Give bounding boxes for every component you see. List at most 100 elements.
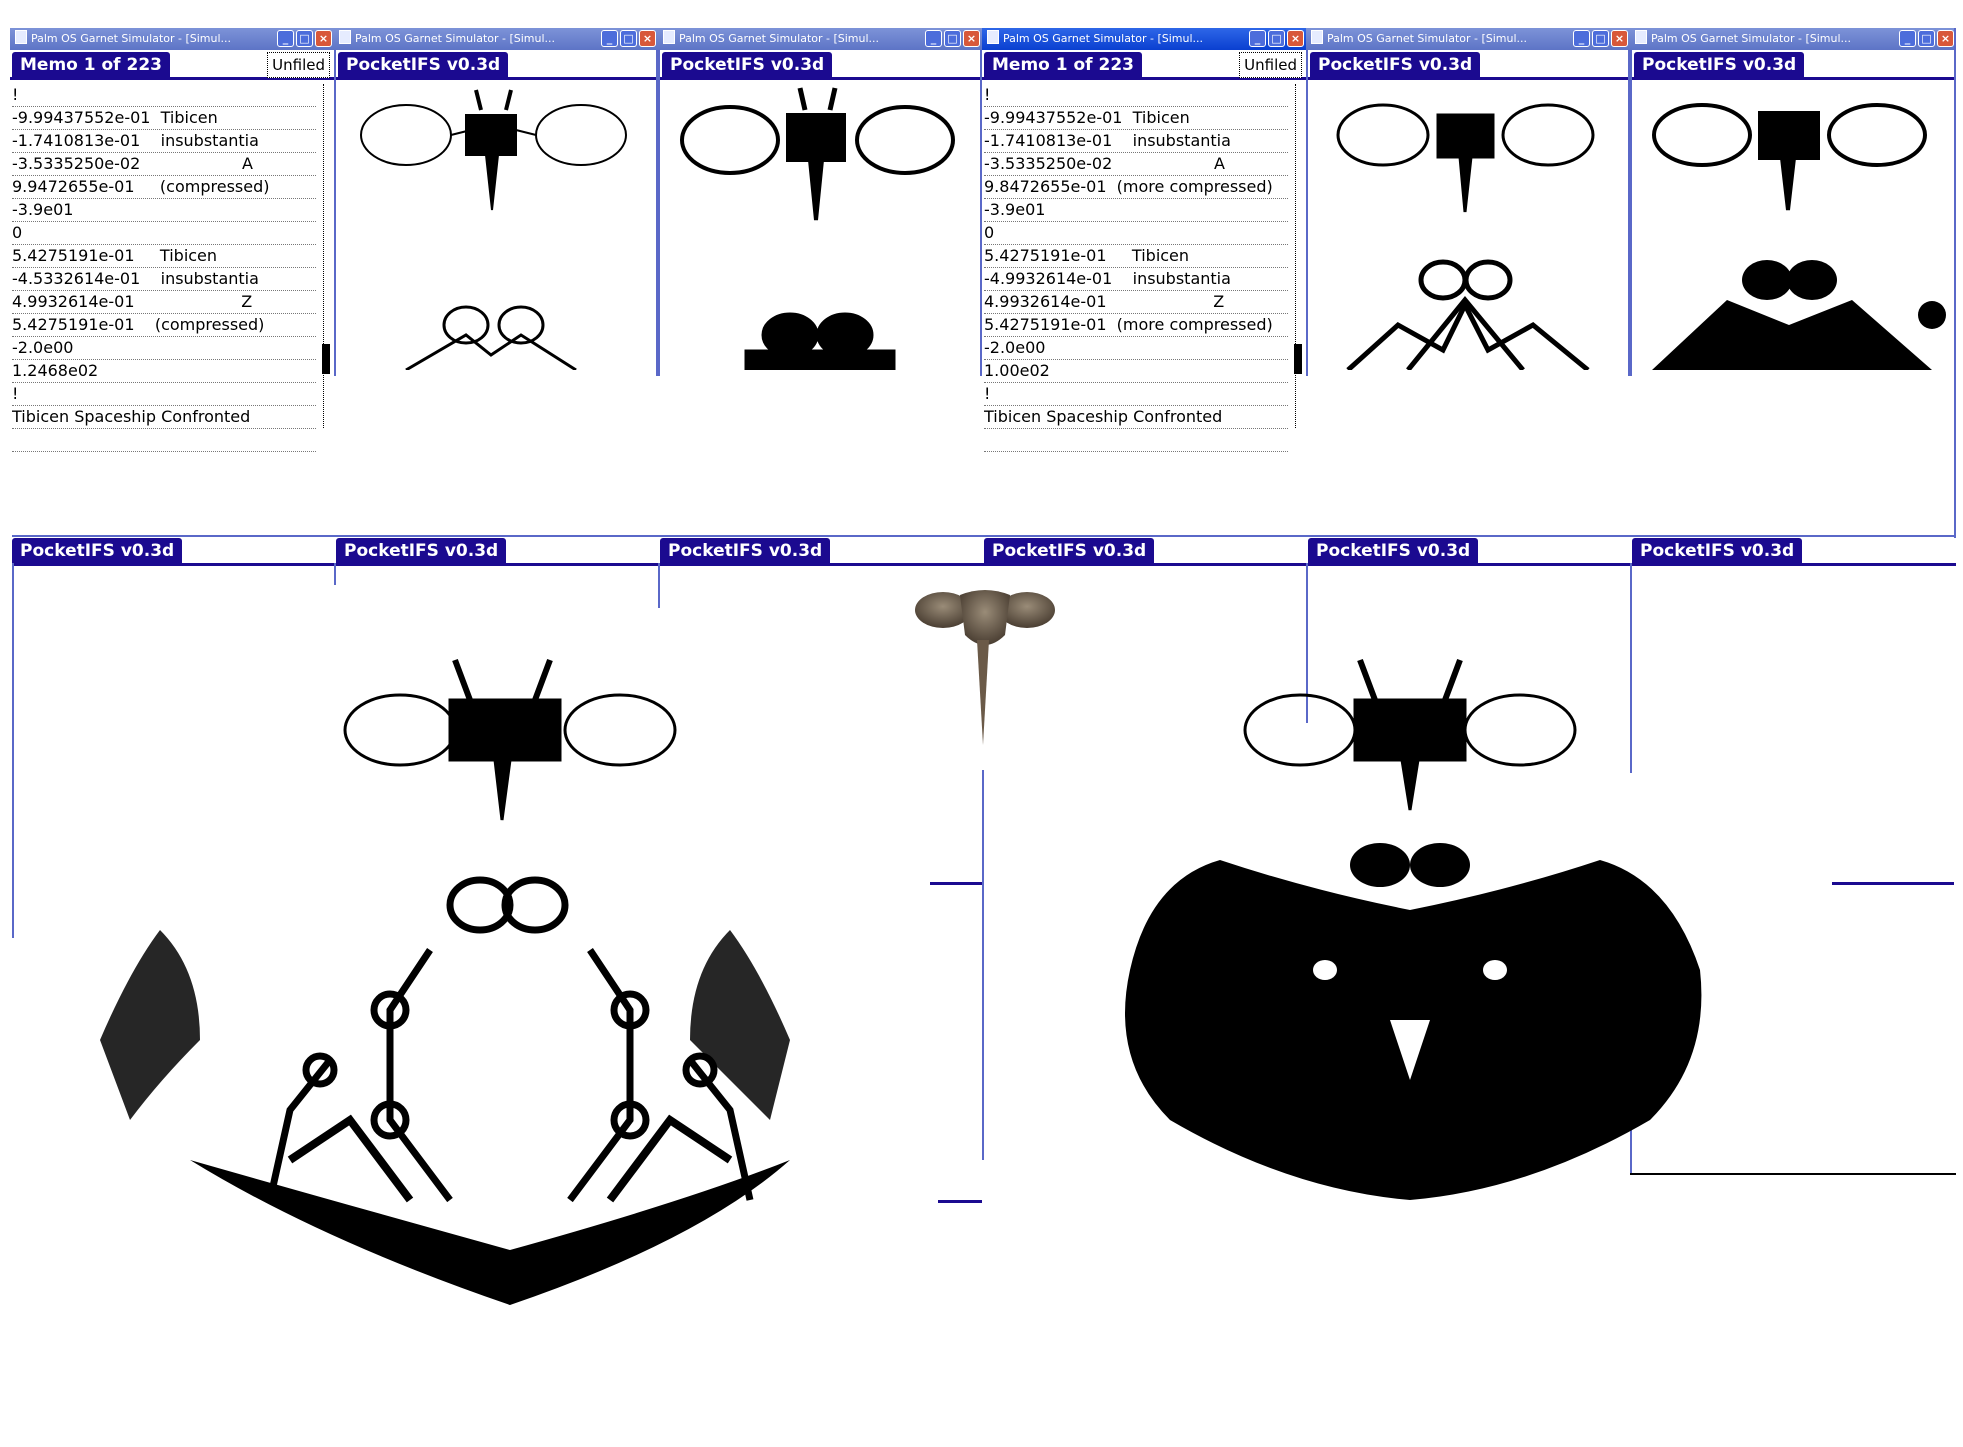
app-form-title[interactable]: PocketIFS v0.3d bbox=[1310, 52, 1481, 78]
minimize-button[interactable]: _ bbox=[601, 30, 618, 47]
palm-screen: Memo 1 of 223 Unfiled ! -9.99437552e-01 … bbox=[10, 50, 334, 452]
close-button[interactable]: × bbox=[1937, 30, 1954, 47]
window-titlebar[interactable]: Palm OS Garnet Simulator - [Simul... _ □ × bbox=[334, 28, 658, 50]
ifs-fractal-large-left bbox=[100, 658, 790, 1305]
palm-app-icon[interactable] bbox=[663, 30, 675, 44]
memo-line: 9.8472655e-01 (more compressed) bbox=[984, 176, 1288, 199]
window-title: Palm OS Garnet Simulator - [Simul... bbox=[31, 32, 232, 45]
ifs-fractal-canvas bbox=[360, 89, 627, 370]
window-frame-edge bbox=[1832, 882, 1954, 885]
memo-line bbox=[12, 429, 316, 452]
simulator-window-ifs-3: Palm OS Garnet Simulator - [Simul... _ □ ×… bbox=[1306, 28, 1630, 376]
app-form-title[interactable]: PocketIFS v0.3d bbox=[12, 538, 183, 564]
form-title-underline bbox=[12, 563, 1956, 566]
close-button[interactable]: × bbox=[315, 30, 332, 47]
memo-line: 9.9472655e-01 (compressed) bbox=[12, 176, 316, 199]
app-form-title[interactable]: PocketIFS v0.3d bbox=[660, 538, 831, 564]
window-titlebar[interactable]: Palm OS Garnet Simulator - [Simul... _ □ × bbox=[1630, 28, 1956, 50]
cicada-photo bbox=[915, 590, 1055, 745]
memo-line: -1.7410813e-01 insubstantia bbox=[12, 130, 316, 153]
app-form-title[interactable]: PocketIFS v0.3d bbox=[1634, 52, 1805, 78]
ifs-fractal-canvas bbox=[1336, 103, 1595, 370]
app-form-title[interactable]: PocketIFS v0.3d bbox=[1632, 538, 1803, 564]
memo-line: ! bbox=[984, 84, 1288, 107]
maximize-button[interactable]: □ bbox=[1918, 30, 1935, 47]
memo-line: ! bbox=[984, 383, 1288, 406]
palm-screen: PocketIFS v0.3d bbox=[658, 50, 982, 376]
window-frame-edge bbox=[982, 770, 984, 1160]
window-titlebar[interactable]: Palm OS Garnet Simulator - [Simul... _ □ × bbox=[982, 28, 1306, 50]
app-form-title[interactable]: PocketIFS v0.3d bbox=[1308, 538, 1479, 564]
ifs-fractal-canvas bbox=[680, 87, 955, 370]
window-title: Palm OS Garnet Simulator - [Simul... bbox=[1327, 32, 1528, 45]
window-title: Palm OS Garnet Simulator - [Simul... bbox=[679, 32, 880, 45]
close-button[interactable]: × bbox=[1287, 30, 1304, 47]
window-title: Palm OS Garnet Simulator - [Simul... bbox=[1003, 32, 1204, 45]
memo-line: 1.2468e02 bbox=[12, 360, 316, 383]
scrollbar-thumb[interactable] bbox=[1294, 344, 1302, 374]
window-frame-edge bbox=[12, 535, 1956, 537]
ifs-fractal-canvas bbox=[1652, 103, 1946, 370]
window-title: Palm OS Garnet Simulator - [Simul... bbox=[1651, 32, 1852, 45]
memo-line: -4.9932614e-01 insubstantia bbox=[984, 268, 1288, 291]
memo-line: 5.4275191e-01 Tibicen bbox=[12, 245, 316, 268]
palm-app-icon[interactable] bbox=[1635, 30, 1647, 44]
window-titlebar[interactable]: Palm OS Garnet Simulator - [Simul... _ □ × bbox=[658, 28, 982, 50]
palm-app-icon[interactable] bbox=[987, 30, 999, 44]
window-titlebar[interactable]: Palm OS Garnet Simulator - [Simul... _ □ × bbox=[1306, 28, 1630, 50]
maximize-button[interactable]: □ bbox=[296, 30, 313, 47]
memo-line: 4.9932614e-01 Z bbox=[984, 291, 1288, 314]
palm-app-icon[interactable] bbox=[1311, 30, 1323, 44]
memo-line: -3.5335250e-02 A bbox=[984, 153, 1288, 176]
window-titlebar[interactable]: Palm OS Garnet Simulator - [Simul... _ □ × bbox=[10, 28, 334, 50]
simulator-window-memo-1: Palm OS Garnet Simulator - [Simul... _ □ ×… bbox=[10, 28, 334, 452]
memo-line: -2.0e00 bbox=[984, 337, 1288, 360]
window-frame-edge bbox=[12, 563, 14, 938]
minimize-button[interactable]: _ bbox=[925, 30, 942, 47]
maximize-button[interactable]: □ bbox=[1268, 30, 1285, 47]
app-form-title[interactable]: PocketIFS v0.3d bbox=[662, 52, 833, 78]
palm-screen: PocketIFS v0.3d bbox=[1306, 50, 1630, 376]
memo-line: 0 bbox=[984, 222, 1288, 245]
memo-text-area[interactable]: ! -9.99437552e-01 Tibicen -1.7410813e-01… bbox=[12, 84, 316, 452]
close-button[interactable]: × bbox=[1611, 30, 1628, 47]
memo-line: 5.4275191e-01 (more compressed) bbox=[984, 314, 1288, 337]
maximize-button[interactable]: □ bbox=[944, 30, 961, 47]
memo-form-title[interactable]: Memo 1 of 223 bbox=[12, 52, 170, 78]
memo-line: -3.5335250e-02 A bbox=[12, 153, 316, 176]
palm-app-icon[interactable] bbox=[15, 30, 27, 44]
memo-scrollbar[interactable] bbox=[322, 84, 330, 428]
memo-form-title[interactable]: Memo 1 of 223 bbox=[984, 52, 1142, 78]
app-form-title[interactable]: PocketIFS v0.3d bbox=[336, 538, 507, 564]
window-title: Palm OS Garnet Simulator - [Simul... bbox=[355, 32, 556, 45]
window-frame-edge bbox=[930, 882, 982, 885]
memo-text-area[interactable]: ! -9.99437552e-01 Tibicen -1.7410813e-01… bbox=[984, 84, 1288, 452]
memo-line: 5.4275191e-01 Tibicen bbox=[984, 245, 1288, 268]
memo-line: -9.99437552e-01 Tibicen bbox=[984, 107, 1288, 130]
app-form-title[interactable]: PocketIFS v0.3d bbox=[984, 538, 1155, 564]
simulator-window-ifs-4: Palm OS Garnet Simulator - [Simul... _ □ ×… bbox=[1630, 28, 1956, 376]
category-picker[interactable]: Unfiled bbox=[267, 52, 330, 78]
minimize-button[interactable]: _ bbox=[1899, 30, 1916, 47]
app-form-title[interactable]: PocketIFS v0.3d bbox=[338, 52, 509, 78]
palm-app-icon[interactable] bbox=[339, 30, 351, 44]
memo-scrollbar[interactable] bbox=[1294, 84, 1302, 428]
minimize-button[interactable]: _ bbox=[1573, 30, 1590, 47]
close-button[interactable]: × bbox=[963, 30, 980, 47]
ifs-fractal-large-right bbox=[1125, 658, 1702, 1200]
maximize-button[interactable]: □ bbox=[1592, 30, 1609, 47]
memo-line: 4.9932614e-01 Z bbox=[12, 291, 316, 314]
palm-screen: PocketIFS v0.3d bbox=[334, 50, 658, 376]
scrollbar-thumb[interactable] bbox=[322, 344, 330, 374]
memo-line: 1.00e02 bbox=[984, 360, 1288, 383]
maximize-button[interactable]: □ bbox=[620, 30, 637, 47]
window-frame-edge bbox=[658, 563, 660, 608]
category-picker[interactable]: Unfiled bbox=[1239, 52, 1302, 78]
memo-line: 5.4275191e-01 (compressed) bbox=[12, 314, 316, 337]
close-button[interactable]: × bbox=[639, 30, 656, 47]
memo-line: Tibicen Spaceship Confronted bbox=[984, 406, 1288, 429]
window-frame-edge bbox=[1954, 28, 1956, 538]
minimize-button[interactable]: _ bbox=[277, 30, 294, 47]
memo-line: Tibicen Spaceship Confronted bbox=[12, 406, 316, 429]
minimize-button[interactable]: _ bbox=[1249, 30, 1266, 47]
